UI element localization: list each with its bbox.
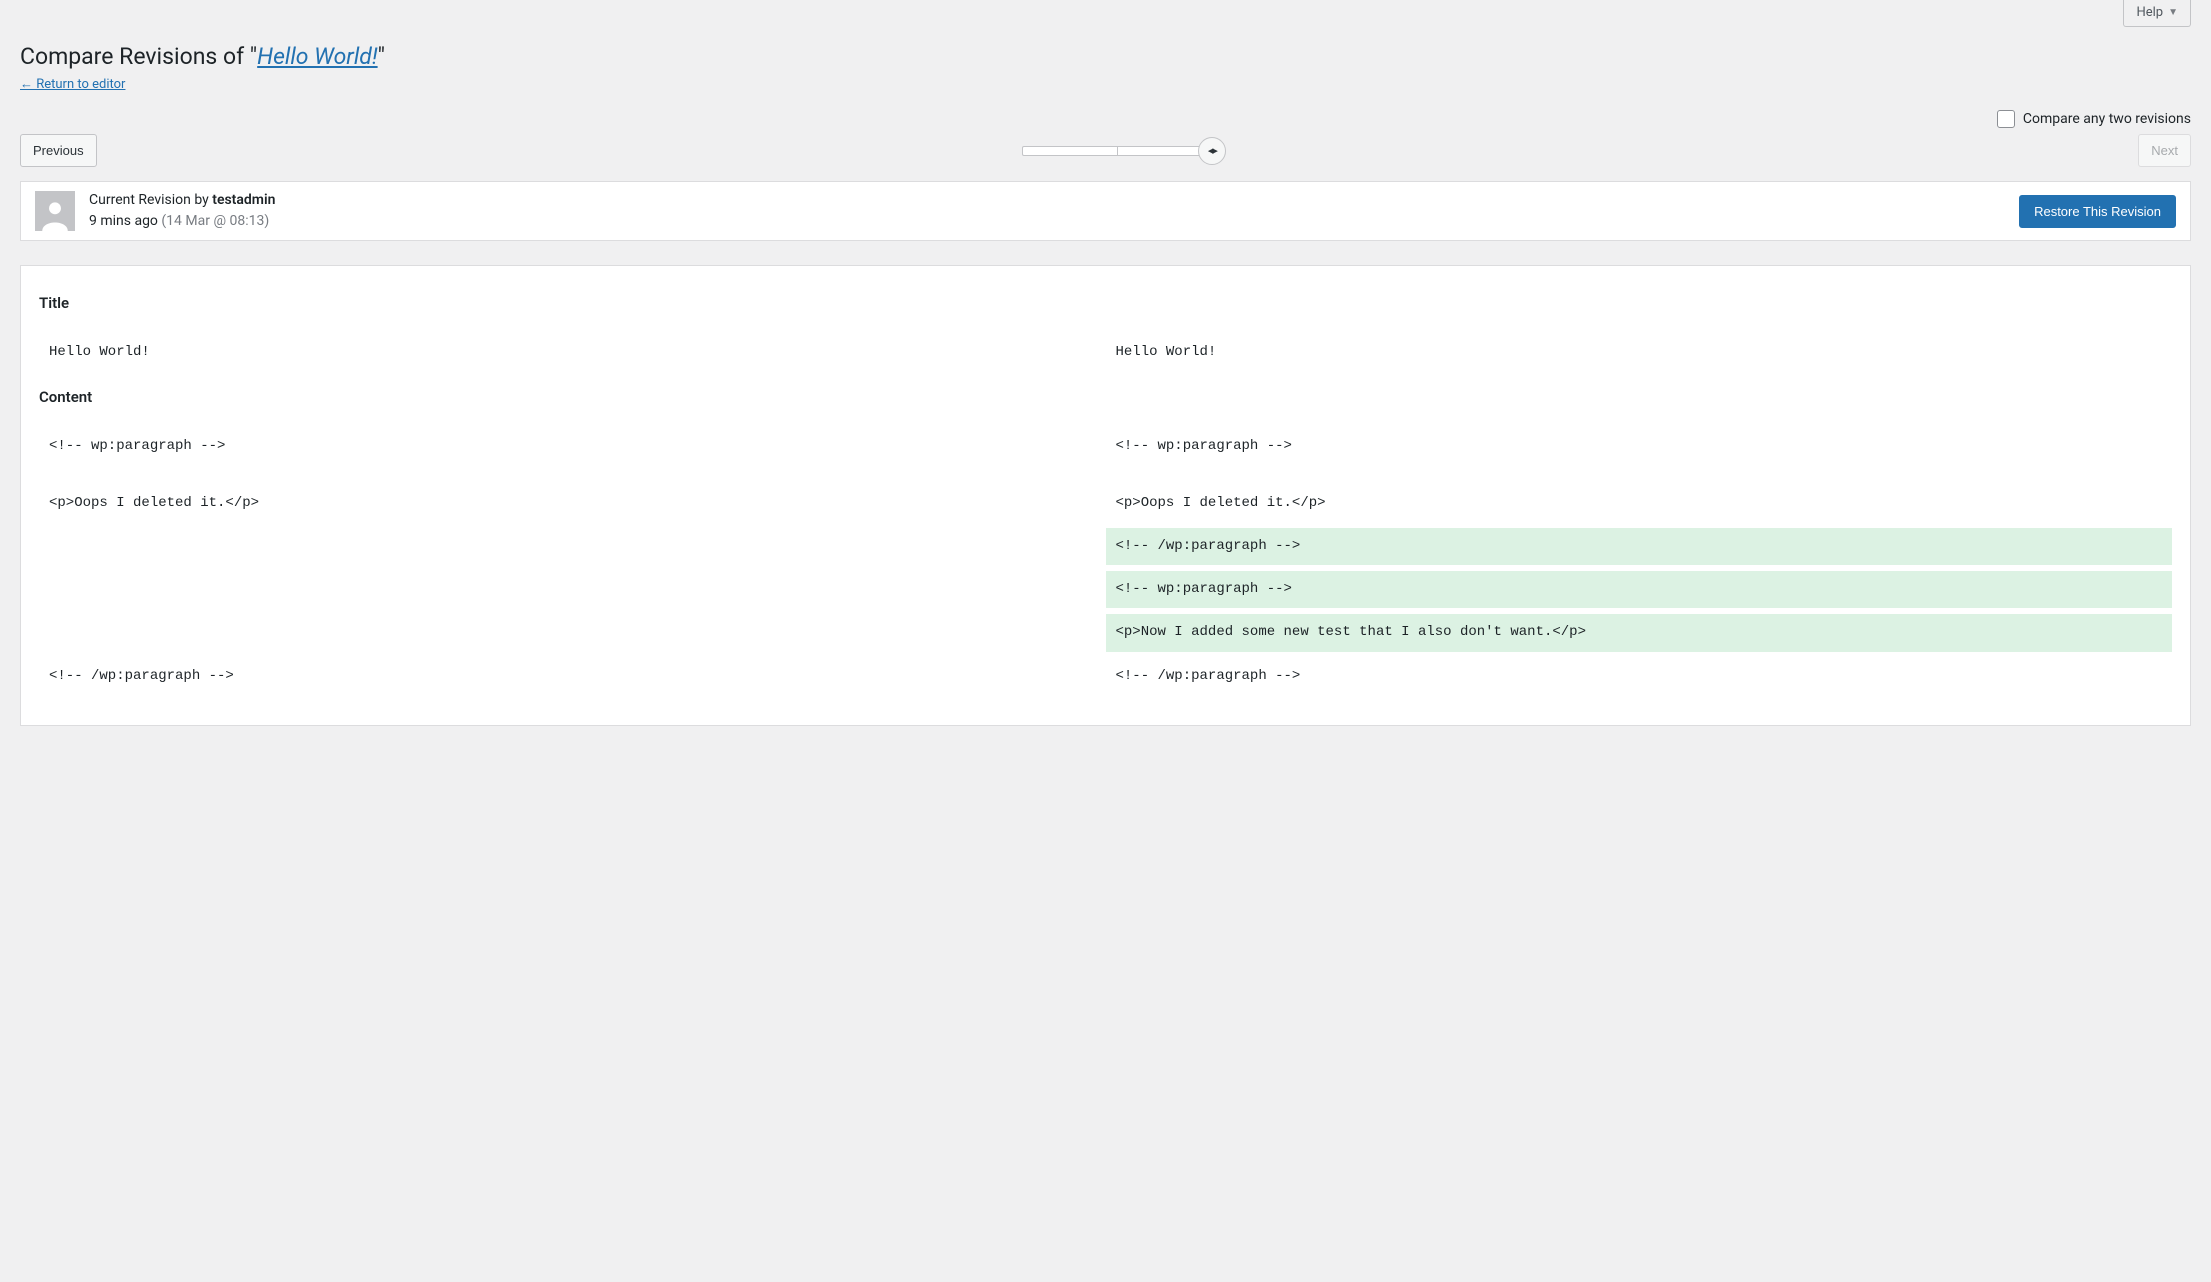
diff-title-heading: Title [39,294,2172,312]
previous-button[interactable]: Previous [20,134,97,168]
diff-cell-right: <!-- wp:paragraph --> [1106,428,2173,465]
page-title-prefix: Compare Revisions of " [20,43,257,70]
diff-spacer [39,471,2172,479]
diff-row: <p>Oops I deleted it.</p><p>Oops I delet… [39,485,2172,522]
revision-author: testadmin [212,192,275,208]
compare-any-checkbox[interactable] [1997,110,2015,128]
diff-content-heading: Content [39,388,2172,406]
slider-track [1022,146,1212,156]
diff-cell-right: <!-- /wp:paragraph --> [1106,658,2173,695]
person-icon [38,197,72,231]
diff-cell-right: <!-- wp:paragraph --> [1106,571,2173,608]
revision-time-relative: 9 mins ago [89,213,161,229]
diff-row: <!-- /wp:paragraph --> [39,528,2172,565]
current-revision-label: Current Revision by [89,192,212,208]
arrows-horizontal-icon: ◂▸ [1208,144,1217,157]
diff-row: <p>Now I added some new test that I also… [39,614,2172,651]
diff-content-table: <!-- wp:paragraph --><!-- wp:paragraph -… [39,422,2172,701]
revision-time-absolute: (14 Mar @ 08:13) [161,213,269,229]
diff-cell-left [39,528,1106,565]
revision-slider[interactable]: ◂▸ [97,146,2139,156]
help-label: Help [2136,5,2163,20]
diff-row: <!-- wp:paragraph --> [39,571,2172,608]
diff-row: <!-- /wp:paragraph --><!-- /wp:paragraph… [39,658,2172,695]
diff-cell-left [39,614,1106,651]
diff-cell-left: <!-- wp:paragraph --> [39,428,1106,465]
page-title-suffix: " [378,43,385,70]
diff-title-right: Hello World! [1106,334,2173,371]
revision-meta-card: Current Revision by testadmin 9 mins ago… [20,181,2191,241]
diff-title-table: Hello World! Hello World! [39,328,2172,377]
diff-cell-left [39,571,1106,608]
next-button: Next [2138,134,2191,168]
diff-cell-left: <!-- /wp:paragraph --> [39,658,1106,695]
diff-row: <!-- wp:paragraph --><!-- wp:paragraph -… [39,428,2172,465]
diff-row [39,471,2172,479]
diff-cell-right: <p>Oops I deleted it.</p> [1106,485,2173,522]
diff-cell-right: <p>Now I added some new test that I also… [1106,614,2173,651]
diff-title-left: Hello World! [39,334,1106,371]
diff-cell-right: <!-- /wp:paragraph --> [1106,528,2173,565]
chevron-down-icon: ▼ [2168,7,2178,18]
return-to-editor-link[interactable]: ← Return to editor [20,77,125,92]
restore-revision-button[interactable]: Restore This Revision [2019,195,2176,229]
diff-card: Title Hello World! Hello World! Content … [20,265,2191,725]
slider-handle[interactable]: ◂▸ [1198,137,1226,165]
diff-cell-left: <p>Oops I deleted it.</p> [39,485,1106,522]
avatar [35,191,75,231]
compare-any-label: Compare any two revisions [2023,111,2191,127]
page-title: Compare Revisions of "Hello World!" [20,42,2191,72]
help-tab[interactable]: Help ▼ [2123,0,2191,27]
post-title-link[interactable]: Hello World! [257,43,377,70]
